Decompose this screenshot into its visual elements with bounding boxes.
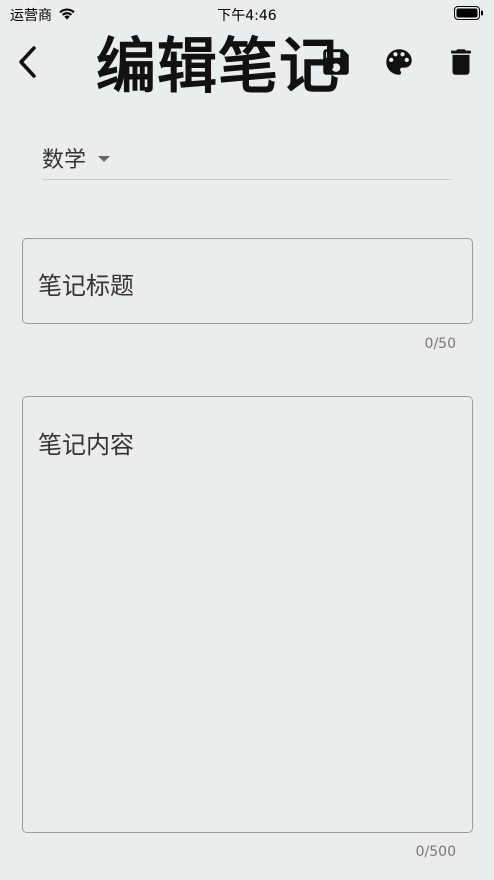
- category-value: 数学: [42, 148, 87, 173]
- page-title: 编辑笔记: [96, 32, 340, 102]
- note-content-placeholder: 笔记内容: [38, 431, 134, 459]
- note-title-field[interactable]: 笔记标题: [22, 238, 473, 324]
- save-button[interactable]: [318, 44, 354, 84]
- battery-icon: [454, 6, 484, 21]
- status-time: 下午4:46: [217, 8, 277, 24]
- category-dropdown[interactable]: 数学: [42, 140, 452, 180]
- back-button[interactable]: [10, 44, 46, 84]
- palette-button[interactable]: [381, 44, 417, 84]
- title-char-counter: 0/50: [424, 336, 456, 352]
- status-bar: 运营商 下午4:46: [0, 0, 494, 28]
- palette-icon: [382, 45, 416, 83]
- delete-button[interactable]: [443, 44, 479, 84]
- note-title-placeholder: 笔记标题: [38, 272, 134, 300]
- note-content-field[interactable]: 笔记内容: [22, 396, 473, 833]
- dropdown-caret-icon: [98, 156, 110, 162]
- app-toolbar: 编辑笔记: [0, 30, 494, 106]
- content-char-counter: 0/500: [415, 844, 456, 860]
- delete-icon: [444, 45, 478, 83]
- save-icon: [319, 45, 353, 83]
- back-icon: [17, 45, 39, 83]
